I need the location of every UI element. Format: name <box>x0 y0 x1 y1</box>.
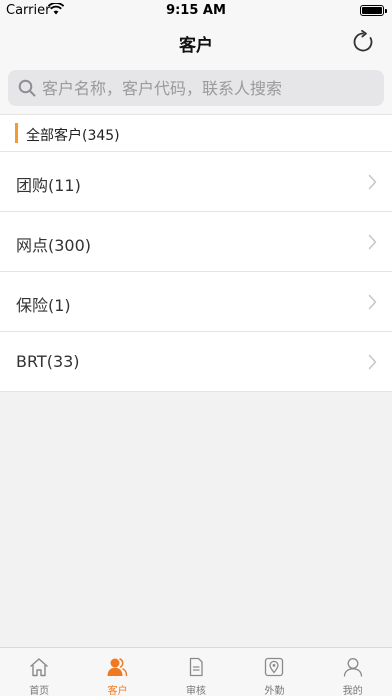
search-input[interactable] <box>42 70 372 106</box>
search-box[interactable] <box>8 70 384 106</box>
tab-label: 外勤 <box>264 686 285 696</box>
navigation-bar: 客户 <box>0 20 392 64</box>
all-customers-header: 全部客户(345) <box>0 114 392 152</box>
list-item-brt[interactable]: BRT(33) <box>0 332 392 392</box>
tab-label: 首页 <box>29 686 50 696</box>
search-icon <box>18 79 36 97</box>
tab-home[interactable]: 首页 <box>0 648 78 696</box>
all-customers-label: 全部客户(345) <box>26 128 120 144</box>
list-item-label: 团购(11) <box>16 176 81 195</box>
document-icon <box>189 657 203 677</box>
status-bar: Carrier 9:15 AM <box>0 0 392 20</box>
tab-review[interactable]: 审核 <box>157 648 235 696</box>
refresh-icon[interactable] <box>350 29 376 55</box>
tab-mine[interactable]: 我的 <box>314 648 392 696</box>
customer-group-list: 团购(11) 网点(300) 保险(1) BRT(33) <box>0 152 392 392</box>
user-icon <box>343 658 362 677</box>
customer-icon <box>107 658 128 677</box>
chevron-right-icon <box>368 174 377 190</box>
tab-label: 我的 <box>342 686 363 696</box>
tab-label: 审核 <box>185 686 206 696</box>
search-bar <box>0 64 392 114</box>
chevron-right-icon <box>368 234 377 250</box>
chevron-right-icon <box>368 354 377 370</box>
tab-field[interactable]: 外勤 <box>235 648 313 696</box>
list-item-label: 保险(1) <box>16 296 71 315</box>
tab-customers[interactable]: 客户 <box>78 648 156 696</box>
chevron-right-icon <box>368 294 377 310</box>
tab-label: 客户 <box>107 686 128 696</box>
list-item-label: 网点(300) <box>16 236 92 255</box>
home-icon <box>30 658 48 677</box>
accent-bar <box>15 123 18 143</box>
tab-bar: 首页 客户 审核 外勤 我的 <box>0 647 392 696</box>
location-icon <box>265 657 284 677</box>
list-item-outlets[interactable]: 网点(300) <box>0 212 392 272</box>
list-item-group-buy[interactable]: 团购(11) <box>0 152 392 212</box>
status-time: 9:15 AM <box>166 3 226 18</box>
battery-icon <box>360 5 387 16</box>
list-item-insurance[interactable]: 保险(1) <box>0 272 392 332</box>
page-title: 客户 <box>179 36 213 56</box>
list-item-label: BRT(33) <box>16 352 80 371</box>
